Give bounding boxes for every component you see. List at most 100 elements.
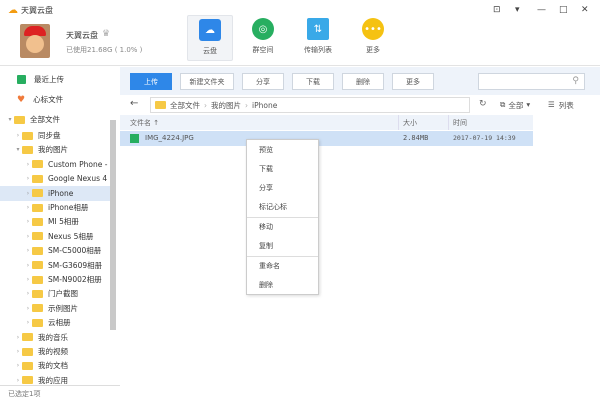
sidebar-folder[interactable]: › 同步盘	[0, 128, 110, 143]
upload-button[interactable]: 上传	[130, 73, 172, 90]
sidebar-folder[interactable]: › Custom Phone -	[0, 157, 110, 172]
menu-download[interactable]: 下载	[259, 164, 273, 174]
transfer-icon: ⇅	[307, 18, 329, 40]
menu-preview[interactable]: 预览	[259, 145, 273, 155]
download-button[interactable]: 下载	[292, 73, 334, 90]
share-button[interactable]: 分享	[242, 73, 284, 90]
sidebar-folder[interactable]: › 我的视频	[0, 344, 110, 359]
file-name: IMG_4224.JPG	[145, 134, 194, 142]
toolbar: 上传 新建文件夹 分享 下载 删除 更多 ⚲	[120, 67, 600, 95]
folder-label: MI 5相册	[48, 217, 79, 227]
chevron-right-icon[interactable]: ›	[24, 262, 32, 269]
heart-icon: ♥	[17, 94, 26, 105]
user-name: 天翼云盘	[66, 31, 98, 40]
sidebar-scrollbar[interactable]	[110, 120, 116, 330]
sidebar-folder[interactable]: › 示例图片	[0, 301, 110, 316]
nav-transfer[interactable]: ⇅ 传输列表	[295, 15, 341, 61]
minimize-icon[interactable]: —	[537, 5, 546, 15]
chevron-right-icon[interactable]: ›	[24, 218, 32, 225]
search-input[interactable]: ⚲	[478, 73, 585, 90]
sidebar-folder[interactable]: › iPhone	[0, 185, 110, 201]
folder-icon	[32, 261, 43, 270]
chevron-right-icon[interactable]: ›	[14, 334, 22, 341]
folder-label: iPhone相册	[48, 203, 89, 212]
chevron-down-icon[interactable]: ▾	[14, 146, 22, 153]
close-icon[interactable]: ✕	[581, 5, 589, 15]
delete-button[interactable]: 删除	[342, 73, 384, 90]
feedback-icon[interactable]: ⊡	[493, 5, 501, 15]
more-button[interactable]: 更多	[392, 73, 434, 90]
folder-label: 同步盘	[38, 131, 61, 140]
cloud-icon: ☁	[199, 19, 221, 41]
sidebar-folder[interactable]: › 门户截图	[0, 286, 110, 301]
nav-label: 更多	[366, 46, 380, 54]
chevron-right-icon[interactable]: ›	[14, 348, 22, 355]
folder-icon	[32, 217, 43, 226]
sidebar-item-all[interactable]: ▾ 全部文件	[0, 112, 110, 127]
folder-label: 我的音乐	[38, 332, 68, 342]
col-size[interactable]: 大小	[403, 118, 417, 128]
chevron-right-icon[interactable]: ›	[24, 233, 32, 240]
folder-icon	[22, 361, 33, 370]
sidebar-folder[interactable]: ▾ 我的图片	[0, 142, 110, 157]
chevron-right-icon[interactable]: ›	[24, 161, 32, 168]
sidebar-folder[interactable]: › Nexus 5相册	[0, 229, 110, 244]
chevron-right-icon[interactable]: ›	[24, 204, 32, 211]
chevron-right-icon[interactable]: ›	[24, 276, 32, 283]
chevron-right-icon[interactable]: ›	[24, 175, 32, 182]
chevron-right-icon[interactable]: ›	[24, 190, 32, 197]
folder-icon	[32, 160, 43, 169]
folder-icon	[22, 376, 33, 385]
col-time[interactable]: 时间	[453, 118, 467, 128]
sidebar-folder[interactable]: › 云相册	[0, 315, 110, 330]
new-folder-button[interactable]: 新建文件夹	[180, 73, 234, 90]
sidebar-folder[interactable]: › SM-G3609相册	[0, 258, 110, 273]
nav-group[interactable]: ◎ 群空间	[240, 15, 286, 61]
sidebar-folder[interactable]: › 我的音乐	[0, 330, 110, 345]
crumb-pictures[interactable]: 我的图片	[211, 100, 241, 111]
label: 列表	[558, 101, 574, 110]
crumb-iphone[interactable]: iPhone	[252, 101, 277, 110]
menu-icon[interactable]: ▾	[515, 5, 520, 15]
folder-icon	[22, 333, 33, 342]
sidebar-folder[interactable]: › SM-N9002相册	[0, 272, 110, 287]
sidebar-folder[interactable]: › Google Nexus 4	[0, 171, 110, 186]
nav-cloud[interactable]: ☁ 云盘	[187, 15, 233, 61]
menu-star[interactable]: 标记心标	[259, 202, 287, 212]
chevron-right-icon[interactable]: ›	[14, 132, 22, 139]
col-name[interactable]: 文件名 ↑	[130, 118, 159, 128]
list-view-button[interactable]: ☰ 列表	[548, 100, 574, 111]
menu-rename[interactable]: 重命名	[259, 261, 280, 271]
table-header: 文件名 ↑ 大小 时间	[120, 115, 533, 130]
menu-share[interactable]: 分享	[259, 183, 273, 193]
sidebar-folder[interactable]: › iPhone相册	[0, 200, 110, 215]
menu-move[interactable]: 移动	[259, 222, 273, 232]
menu-delete[interactable]: 删除	[259, 280, 273, 290]
image-file-icon	[130, 134, 139, 143]
search-icon[interactable]: ⚲	[572, 76, 579, 86]
app-name: 天翼云盘	[21, 6, 53, 15]
chevron-right-icon[interactable]: ›	[14, 362, 22, 369]
avatar[interactable]	[20, 24, 50, 58]
label: 全部文件	[30, 115, 60, 124]
sidebar-folder[interactable]: › MI 5相册	[0, 214, 110, 229]
refresh-icon[interactable]: ↻	[479, 99, 487, 109]
chevron-right-icon[interactable]: ›	[24, 247, 32, 254]
menu-copy[interactable]: 复制	[259, 241, 273, 251]
chevron-right-icon[interactable]: ›	[24, 305, 32, 312]
sidebar-folder[interactable]: › SM-C5000相册	[0, 243, 110, 258]
maximize-icon[interactable]: □	[559, 5, 568, 15]
back-arrow-icon[interactable]: ←	[130, 98, 138, 109]
chevron-right-icon[interactable]: ›	[24, 290, 32, 297]
sidebar-item-starred[interactable]: ♥ 心标文件	[0, 92, 110, 107]
sidebar-folder[interactable]: › 我的文档	[0, 358, 110, 373]
crown-icon: ♛	[102, 29, 111, 39]
chevron-right-icon[interactable]: ›	[24, 319, 32, 326]
nav-label: 传输列表	[304, 46, 332, 54]
crumb-all[interactable]: 全部文件	[170, 100, 200, 111]
chevron-right-icon[interactable]: ›	[14, 377, 22, 384]
filter-dropdown[interactable]: ⧉ 全部 ▾	[500, 100, 530, 111]
sidebar-item-recent[interactable]: 最近上传	[0, 72, 110, 87]
nav-more[interactable]: ••• 更多	[350, 15, 396, 61]
table-row[interactable]: IMG_4224.JPG 2.84MB 2017-07-19 14:39	[120, 131, 533, 146]
